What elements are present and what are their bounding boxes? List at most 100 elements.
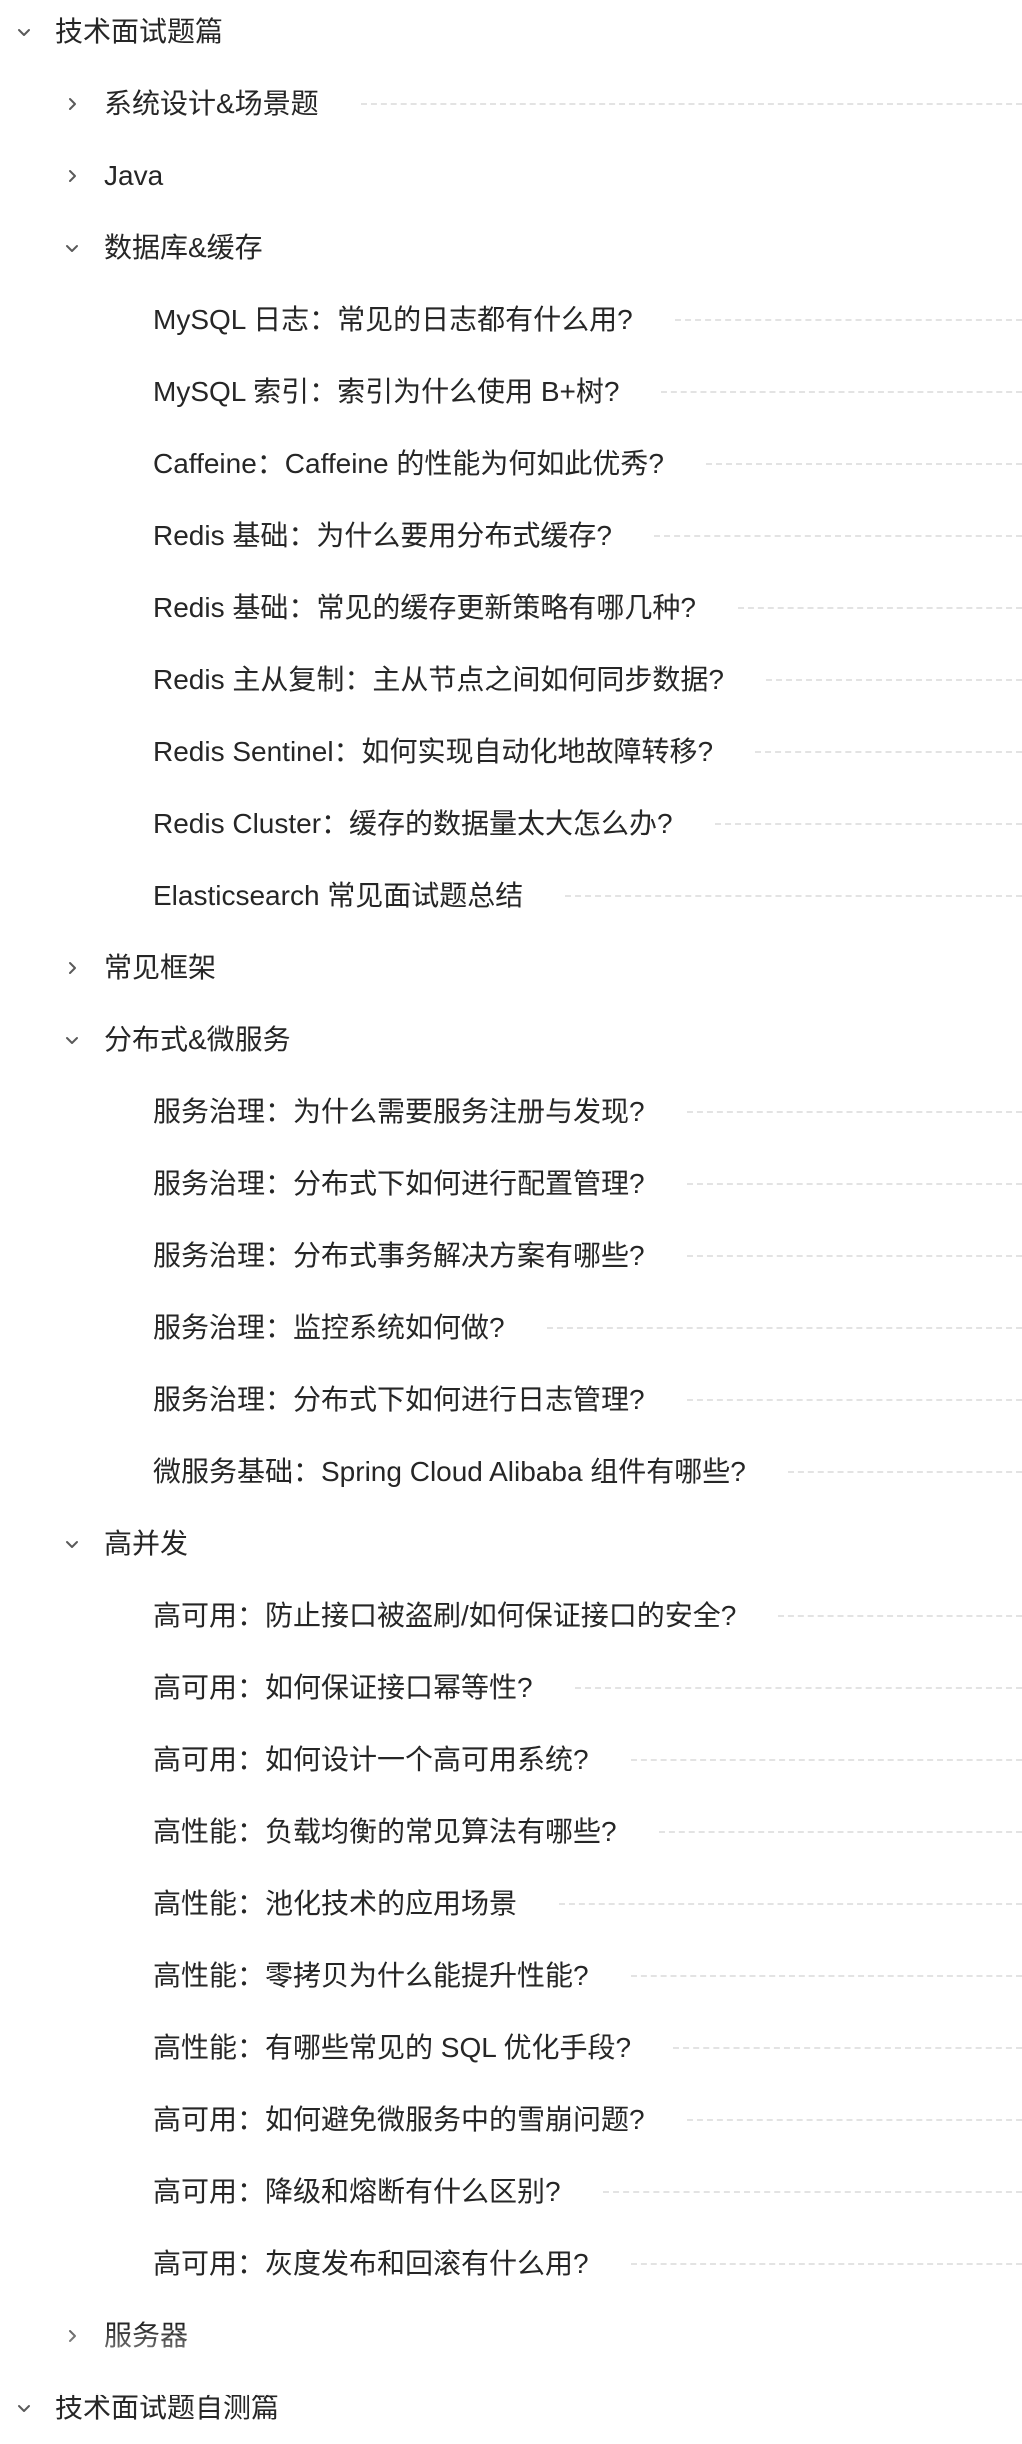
dotted-leader-line: [546, 1327, 1022, 1329]
toc-item-label: 技术面试题篇: [55, 16, 224, 47]
toc-folder-item[interactable]: 常见框架: [0, 932, 1022, 1004]
dotted-leader-line: [714, 823, 1022, 825]
toc-article-link[interactable]: 服务治理：为什么需要服务注册与发现?: [0, 1076, 1022, 1148]
chevron-down-icon[interactable]: [13, 2397, 35, 2419]
toc-folder-item[interactable]: 技术面试题自测篇: [0, 2372, 1022, 2444]
toc-item-label: 系统设计&场景题: [104, 88, 319, 119]
toc-item-label: MySQL 索引：索引为什么使用 B+树?: [153, 376, 620, 407]
toc-item-label: 数据库&缓存: [104, 232, 263, 263]
toc-item-label: 高可用：如何设计一个高可用系统?: [153, 1744, 589, 1775]
toc-folder-item[interactable]: 数据库&缓存: [0, 212, 1022, 284]
dotted-leader-line: [630, 1759, 1022, 1761]
toc-article-link[interactable]: 高性能：池化技术的应用场景: [0, 1868, 1022, 1940]
toc-item-label: 高可用：灰度发布和回滚有什么用?: [153, 2248, 589, 2279]
dotted-leader-line: [686, 1399, 1022, 1401]
toc-item-label: 服务治理：分布式下如何进行配置管理?: [153, 1168, 645, 1199]
toc-item-label: 高可用：降级和熔断有什么区别?: [153, 2176, 561, 2207]
toc-article-link[interactable]: MySQL 索引：索引为什么使用 B+树?: [0, 356, 1022, 428]
toc-article-link[interactable]: 服务治理：监控系统如何做?: [0, 1292, 1022, 1364]
toc-item-label: 服务治理：分布式下如何进行日志管理?: [153, 1384, 645, 1415]
toc-article-link[interactable]: 高性能：负载均衡的常见算法有哪些?: [0, 1796, 1022, 1868]
toc-item-label: 高性能：有哪些常见的 SQL 优化手段?: [153, 2032, 632, 2063]
toc-item-label: Redis 基础：为什么要用分布式缓存?: [153, 520, 612, 551]
toc-item-label: 高可用：防止接口被盗刷/如何保证接口的安全?: [153, 1600, 737, 1631]
toc-item-label: 服务治理：监控系统如何做?: [153, 1312, 505, 1343]
toc-item-label: 服务治理：分布式事务解决方案有哪些?: [153, 1240, 645, 1271]
chevron-down-icon[interactable]: [61, 237, 83, 259]
toc-article-link[interactable]: Redis 主从复制：主从节点之间如何同步数据?: [0, 644, 1022, 716]
chevron-down-icon[interactable]: [61, 1029, 83, 1051]
dotted-leader-line: [360, 103, 1022, 105]
dotted-leader-line: [787, 1471, 1022, 1473]
chevron-right-icon[interactable]: [61, 93, 83, 115]
toc-folder-item[interactable]: 技术面试题篇: [0, 0, 1022, 68]
dotted-leader-line: [765, 679, 1022, 681]
dotted-leader-line: [653, 535, 1022, 537]
toc-item-label: Redis Sentinel：如何实现自动化地故障转移?: [153, 736, 714, 767]
dotted-leader-line: [686, 1111, 1022, 1113]
table-of-contents: 技术面试题篇系统设计&场景题 Java 数据库&缓存 MySQL 日志：常见的日志都有…: [0, 0, 1022, 2444]
dotted-leader-line: [658, 1831, 1022, 1833]
chevron-down-icon[interactable]: [61, 1533, 83, 1555]
toc-item-label: Redis 基础：常见的缓存更新策略有哪几种?: [153, 592, 696, 623]
toc-item-label: 高可用：如何保证接口幂等性?: [153, 1672, 533, 1703]
toc-article-link[interactable]: 服务治理：分布式下如何进行日志管理?: [0, 1364, 1022, 1436]
toc-article-link[interactable]: 高可用：降级和熔断有什么区别?: [0, 2156, 1022, 2228]
toc-article-link[interactable]: Caffeine：Caffeine 的性能为何如此优秀?: [0, 428, 1022, 500]
toc-article-link[interactable]: 高可用：如何保证接口幂等性?: [0, 1652, 1022, 1724]
toc-article-link[interactable]: Elasticsearch 常见面试题总结: [0, 860, 1022, 932]
toc-item-label: 高性能：负载均衡的常见算法有哪些?: [153, 1816, 617, 1847]
dotted-leader-line: [686, 1255, 1022, 1257]
dotted-leader-line: [602, 2191, 1022, 2193]
toc-article-link[interactable]: 微服务基础：Spring Cloud Alibaba 组件有哪些?: [0, 1436, 1022, 1508]
dotted-leader-line: [574, 1687, 1022, 1689]
toc-article-link[interactable]: Redis Cluster：缓存的数据量太大怎么办?: [0, 788, 1022, 860]
toc-article-link[interactable]: 服务治理：分布式下如何进行配置管理?: [0, 1148, 1022, 1220]
dotted-leader-line: [737, 607, 1022, 609]
dotted-leader-line: [565, 895, 1022, 897]
toc-folder-item[interactable]: 系统设计&场景题: [0, 68, 1022, 140]
toc-article-link[interactable]: Redis 基础：常见的缓存更新策略有哪几种?: [0, 572, 1022, 644]
dotted-leader-line: [559, 1903, 1022, 1905]
chevron-right-icon[interactable]: [61, 957, 83, 979]
toc-article-link[interactable]: 高性能：有哪些常见的 SQL 优化手段?: [0, 2012, 1022, 2084]
toc-folder-item[interactable]: 服务器: [0, 2300, 1022, 2372]
dotted-leader-line: [686, 1183, 1022, 1185]
toc-article-link[interactable]: MySQL 日志：常见的日志都有什么用?: [0, 284, 1022, 356]
toc-item-label: Redis Cluster：缓存的数据量太大怎么办?: [153, 808, 673, 839]
dotted-leader-line: [686, 2119, 1022, 2121]
toc-item-label: MySQL 日志：常见的日志都有什么用?: [153, 304, 633, 335]
dotted-leader-line: [630, 1975, 1022, 1977]
toc-item-label: 分布式&微服务: [104, 1024, 291, 1055]
dotted-leader-line: [673, 2047, 1022, 2049]
toc-item-label: 服务治理：为什么需要服务注册与发现?: [153, 1096, 645, 1127]
chevron-right-icon[interactable]: [61, 2325, 83, 2347]
chevron-right-icon[interactable]: [61, 165, 83, 187]
toc-article-link[interactable]: 服务治理：分布式事务解决方案有哪些?: [0, 1220, 1022, 1292]
toc-article-link[interactable]: Redis 基础：为什么要用分布式缓存?: [0, 500, 1022, 572]
toc-item-label: 常见框架: [104, 952, 217, 983]
toc-folder-item[interactable]: 分布式&微服务: [0, 1004, 1022, 1076]
toc-item-label: 服务器: [104, 2320, 189, 2351]
toc-item-label: Java: [104, 160, 164, 191]
toc-item-label: Redis 主从复制：主从节点之间如何同步数据?: [153, 664, 724, 695]
toc-item-label: 技术面试题自测篇: [55, 2392, 280, 2423]
toc-article-link[interactable]: 高可用：防止接口被盗刷/如何保证接口的安全?: [0, 1580, 1022, 1652]
toc-item-label: 微服务基础：Spring Cloud Alibaba 组件有哪些?: [153, 1456, 746, 1487]
dotted-leader-line: [661, 391, 1022, 393]
toc-item-label: 高并发: [104, 1528, 189, 1559]
toc-item-label: 高性能：池化技术的应用场景: [153, 1888, 518, 1919]
toc-article-link[interactable]: Redis Sentinel：如何实现自动化地故障转移?: [0, 716, 1022, 788]
dotted-leader-line: [778, 1615, 1022, 1617]
toc-folder-item[interactable]: Java: [0, 140, 1022, 212]
dotted-leader-line: [674, 319, 1022, 321]
toc-article-link[interactable]: 高可用：如何避免微服务中的雪崩问题?: [0, 2084, 1022, 2156]
toc-article-link[interactable]: 高可用：如何设计一个高可用系统?: [0, 1724, 1022, 1796]
toc-folder-item[interactable]: 高并发: [0, 1508, 1022, 1580]
toc-item-label: 高可用：如何避免微服务中的雪崩问题?: [153, 2104, 645, 2135]
toc-item-label: Elasticsearch 常见面试题总结: [153, 880, 524, 911]
toc-article-link[interactable]: 高性能：零拷贝为什么能提升性能?: [0, 1940, 1022, 2012]
dotted-leader-line: [705, 463, 1022, 465]
chevron-down-icon[interactable]: [13, 21, 35, 43]
toc-article-link[interactable]: 高可用：灰度发布和回滚有什么用?: [0, 2228, 1022, 2300]
